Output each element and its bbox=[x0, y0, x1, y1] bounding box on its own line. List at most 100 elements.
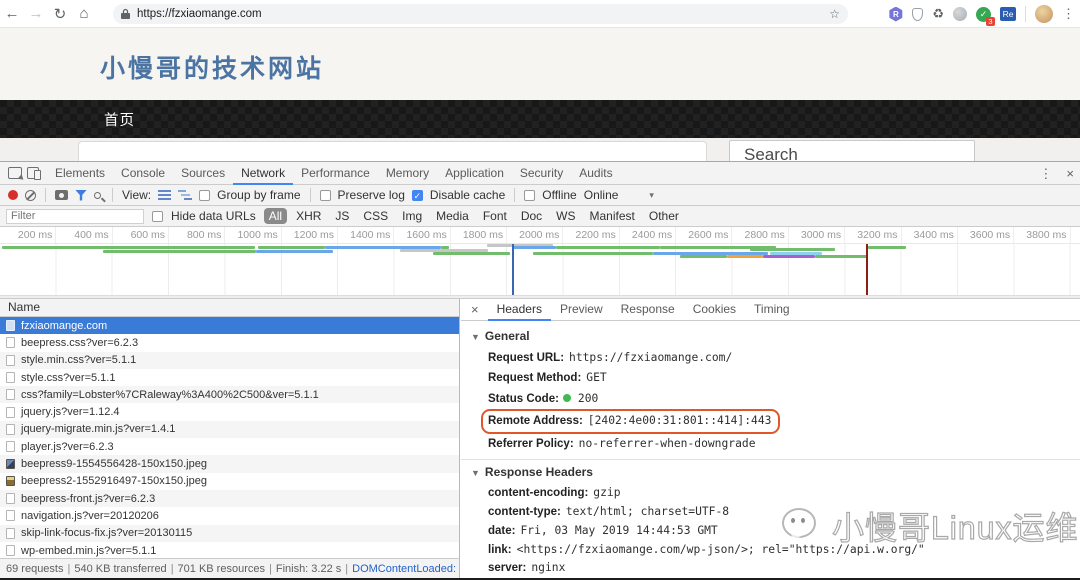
request-row[interactable]: beepress.css?ver=6.2.3 bbox=[0, 334, 459, 351]
waterfall-view-icon[interactable] bbox=[178, 190, 192, 200]
request-name: style.min.css?ver=5.1.1 bbox=[21, 354, 136, 366]
back-icon[interactable]: ← bbox=[0, 5, 24, 22]
devtools-tab-audits[interactable]: Audits bbox=[571, 162, 620, 185]
header-entry: server:nginx bbox=[488, 559, 1080, 578]
header-value: nginx bbox=[531, 561, 565, 574]
filter-pill-xhr[interactable]: XHR bbox=[291, 208, 326, 224]
filter-pill-manifest[interactable]: Manifest bbox=[585, 208, 640, 224]
devtools-close-icon[interactable]: × bbox=[1066, 166, 1074, 181]
extension-recycle-icon[interactable]: ♻ bbox=[932, 6, 944, 22]
filter-pill-media[interactable]: Media bbox=[431, 208, 474, 224]
name-column-header[interactable]: Name bbox=[0, 299, 459, 317]
search-icon[interactable] bbox=[94, 192, 101, 199]
hide-data-urls-checkbox[interactable] bbox=[152, 211, 163, 222]
request-row[interactable]: beepress2-1552916497-150x150.jpeg bbox=[0, 473, 459, 490]
request-name: beepress2-1552916497-150x150.jpeg bbox=[21, 475, 207, 487]
devtools-tab-performance[interactable]: Performance bbox=[293, 162, 378, 185]
filter-funnel-icon[interactable] bbox=[75, 190, 87, 201]
extension-r-icon[interactable]: R bbox=[888, 7, 903, 22]
extension-re-icon[interactable]: Re bbox=[1000, 7, 1016, 21]
filter-pill-ws[interactable]: WS bbox=[551, 208, 580, 224]
status-separator: | bbox=[269, 563, 272, 575]
extension-globe-icon[interactable] bbox=[953, 7, 967, 21]
file-icon bbox=[6, 441, 15, 452]
request-list-panel: Name fzxiaomange.combeepress.css?ver=6.2… bbox=[0, 299, 460, 558]
devtools-panel: ElementsConsoleSourcesNetworkPerformance… bbox=[0, 161, 1080, 580]
header-label: date: bbox=[488, 525, 515, 537]
devtools-menu-icon[interactable]: ⋮ bbox=[1039, 166, 1052, 182]
devtools-tab-sources[interactable]: Sources bbox=[173, 162, 233, 185]
address-bar[interactable]: https://fzxiaomange.com ☆ bbox=[113, 4, 848, 24]
detail-tab-cookies[interactable]: Cookies bbox=[684, 299, 745, 321]
reload-icon[interactable]: ↻ bbox=[48, 5, 72, 23]
header-value: gzip bbox=[593, 486, 620, 499]
throttling-dropdown[interactable]: Online bbox=[584, 188, 619, 202]
request-row[interactable]: css?family=Lobster%7CRaleway%3A400%2C500… bbox=[0, 386, 459, 403]
request-row[interactable]: navigation.js?ver=20120206 bbox=[0, 507, 459, 524]
extension-green-icon[interactable]: ✓3 bbox=[976, 7, 991, 22]
request-row[interactable]: skip-link-focus-fix.js?ver=20130115 bbox=[0, 525, 459, 542]
screenshot-root: ← → ↻ ⌂ https://fzxiaomange.com ☆ R ♻ ✓3… bbox=[0, 0, 1080, 580]
forward-icon[interactable]: → bbox=[24, 5, 48, 22]
filter-input[interactable] bbox=[6, 209, 144, 224]
extension-shield-icon[interactable] bbox=[912, 8, 923, 21]
general-title: General bbox=[485, 329, 530, 343]
chevron-down-icon[interactable]: ▾ bbox=[649, 190, 654, 201]
list-view-icon[interactable] bbox=[158, 190, 171, 200]
request-row[interactable]: player.js?ver=6.2.3 bbox=[0, 438, 459, 455]
devtools-tab-elements[interactable]: Elements bbox=[47, 162, 113, 185]
close-icon[interactable]: × bbox=[471, 302, 479, 317]
filter-pill-css[interactable]: CSS bbox=[358, 208, 393, 224]
header-value: 200 bbox=[578, 392, 598, 405]
request-row[interactable]: beepress-front.js?ver=6.2.3 bbox=[0, 490, 459, 507]
waterfall-bar bbox=[533, 252, 653, 255]
request-row[interactable]: wp-embed.min.js?ver=5.1.1 bbox=[0, 542, 459, 558]
response-headers-section-header[interactable]: ▼Response Headers bbox=[471, 465, 1080, 484]
request-row[interactable]: fzxiaomange.com bbox=[0, 317, 459, 334]
filter-pill-img[interactable]: Img bbox=[397, 208, 427, 224]
detail-tab-preview[interactable]: Preview bbox=[551, 299, 612, 321]
devtools-tab-application[interactable]: Application bbox=[437, 162, 512, 185]
waterfall-overview[interactable] bbox=[0, 244, 1080, 296]
request-name: player.js?ver=6.2.3 bbox=[21, 441, 114, 453]
site-search-input[interactable]: Search bbox=[729, 140, 975, 161]
detail-tab-headers[interactable]: Headers bbox=[488, 299, 551, 321]
screenshot-capture-icon[interactable] bbox=[55, 190, 68, 200]
offline-checkbox[interactable] bbox=[524, 190, 535, 201]
detail-tab-timing[interactable]: Timing bbox=[745, 299, 799, 321]
waterfall-bar bbox=[556, 246, 660, 249]
request-row[interactable]: jquery-migrate.min.js?ver=1.4.1 bbox=[0, 421, 459, 438]
filter-pill-all[interactable]: All bbox=[264, 208, 287, 224]
general-section-header[interactable]: ▼General bbox=[471, 329, 1080, 348]
devtools-tab-security[interactable]: Security bbox=[512, 162, 571, 185]
bookmark-star-icon[interactable]: ☆ bbox=[829, 7, 840, 21]
request-row[interactable]: jquery.js?ver=1.12.4 bbox=[0, 403, 459, 420]
disable-cache-checkbox[interactable]: ✓ bbox=[412, 190, 423, 201]
nav-home-link[interactable]: 首页 bbox=[104, 109, 135, 130]
profile-avatar[interactable] bbox=[1035, 5, 1053, 23]
preserve-log-checkbox[interactable] bbox=[320, 190, 331, 201]
device-toolbar-icon[interactable] bbox=[27, 167, 39, 179]
hide-data-urls-label: Hide data URLs bbox=[171, 209, 256, 223]
filter-pill-other[interactable]: Other bbox=[644, 208, 684, 224]
request-row[interactable]: beepress9-1554556428-150x150.jpeg bbox=[0, 455, 459, 472]
request-row[interactable]: style.css?ver=5.1.1 bbox=[0, 369, 459, 386]
request-row[interactable]: style.min.css?ver=5.1.1 bbox=[0, 352, 459, 369]
home-icon[interactable]: ⌂ bbox=[72, 5, 96, 22]
clear-icon[interactable] bbox=[25, 190, 36, 201]
waterfall-bar bbox=[815, 255, 867, 258]
filter-pill-font[interactable]: Font bbox=[478, 208, 512, 224]
inspect-element-icon[interactable] bbox=[8, 167, 22, 179]
devtools-tab-network[interactable]: Network bbox=[233, 162, 293, 185]
record-icon[interactable] bbox=[8, 190, 18, 200]
filter-pill-doc[interactable]: Doc bbox=[516, 208, 547, 224]
header-entry: Referrer Policy:no-referrer-when-downgra… bbox=[488, 434, 1080, 454]
filter-pill-js[interactable]: JS bbox=[330, 208, 354, 224]
browser-menu-icon[interactable]: ⋮ bbox=[1062, 6, 1074, 22]
detail-tab-response[interactable]: Response bbox=[612, 299, 684, 321]
timeline-tick: 600 ms bbox=[113, 227, 169, 243]
request-name: beepress-front.js?ver=6.2.3 bbox=[21, 493, 155, 505]
group-by-frame-checkbox[interactable] bbox=[199, 190, 210, 201]
devtools-tab-console[interactable]: Console bbox=[113, 162, 173, 185]
devtools-tab-memory[interactable]: Memory bbox=[378, 162, 437, 185]
